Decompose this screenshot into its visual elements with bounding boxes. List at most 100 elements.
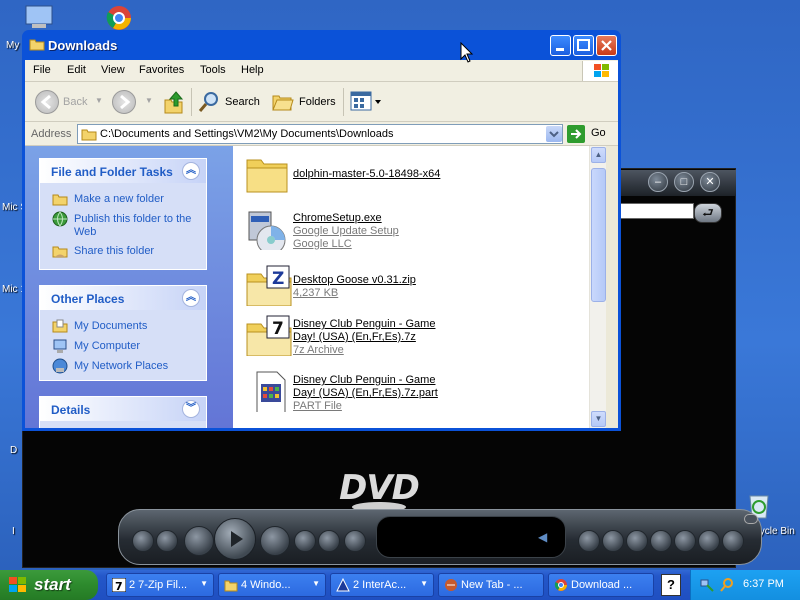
title-bar[interactable]: Downloads bbox=[25, 30, 618, 60]
taskbar-button-download[interactable]: Download ... bbox=[548, 573, 654, 597]
media-option-button-6[interactable] bbox=[698, 530, 720, 552]
share-folder-icon bbox=[52, 246, 68, 258]
media-option-button-2[interactable] bbox=[602, 530, 624, 552]
toolbar-separator bbox=[343, 88, 344, 116]
file-company: Google LLC bbox=[293, 238, 352, 250]
media-rewind-button[interactable] bbox=[156, 530, 178, 552]
address-path: C:\Documents and Settings\VM2\My Documen… bbox=[100, 128, 394, 140]
scroll-up-arrow-icon[interactable]: ▲ bbox=[591, 147, 606, 163]
help-button[interactable]: ? bbox=[661, 574, 681, 596]
forward-button[interactable] bbox=[112, 90, 136, 114]
scroll-thumb[interactable] bbox=[591, 168, 606, 302]
collapse-chevron-icon[interactable]: ︽ bbox=[182, 162, 200, 180]
window-client-area: File Edit View Favorites Tools Help Back… bbox=[25, 60, 618, 428]
start-button[interactable]: start bbox=[0, 570, 98, 600]
file-item[interactable]: Z Desktop Goose v0.31.zip 4,237 KB bbox=[233, 262, 583, 308]
media-search-input[interactable] bbox=[618, 203, 694, 219]
media-option-button-1[interactable] bbox=[578, 530, 600, 552]
taskbar-button-new-tab[interactable]: New Tab - ... bbox=[438, 573, 544, 597]
svg-text:Z: Z bbox=[272, 269, 284, 289]
media-stop-button[interactable] bbox=[184, 526, 214, 556]
my-computer-icon bbox=[53, 339, 67, 353]
menu-help[interactable]: Help bbox=[241, 64, 264, 76]
folder-icon bbox=[246, 159, 288, 193]
expand-chevron-icon[interactable]: ︾ bbox=[182, 400, 200, 418]
panel-header[interactable]: File and Folder Tasks ︽ bbox=[40, 159, 206, 183]
media-minimize-button[interactable]: – bbox=[648, 172, 668, 192]
network-tray-icon[interactable] bbox=[699, 577, 715, 593]
place-my-network-places[interactable]: My Network Places bbox=[74, 360, 168, 373]
desktop-icon-label: D bbox=[10, 445, 18, 456]
taskbar-button-7zip[interactable]: 7 2 7-Zip Fil... ▼ bbox=[106, 573, 214, 597]
interactive-icon bbox=[336, 578, 350, 592]
place-my-documents[interactable]: My Documents bbox=[74, 320, 147, 333]
new-folder-icon bbox=[52, 194, 68, 206]
maximize-button[interactable] bbox=[573, 35, 594, 56]
media-previous-button[interactable] bbox=[132, 530, 154, 552]
taskbar-button-windows-explorer[interactable]: 4 Windo... ▼ bbox=[218, 573, 326, 597]
address-dropdown-button[interactable] bbox=[546, 126, 562, 142]
file-item[interactable]: Disney Club Penguin - Game Day! (USA) (E… bbox=[233, 368, 583, 418]
forward-dropdown-icon[interactable]: ▼ bbox=[145, 96, 153, 105]
back-button[interactable] bbox=[35, 90, 59, 114]
vertical-scrollbar[interactable]: ▲ ▼ bbox=[589, 146, 606, 428]
media-option-button-7[interactable] bbox=[722, 530, 744, 552]
media-maximize-button[interactable]: □ bbox=[674, 172, 694, 192]
back-dropdown-icon[interactable]: ▼ bbox=[95, 96, 103, 105]
menu-edit[interactable]: Edit bbox=[67, 64, 86, 76]
clock: 6:37 PM bbox=[743, 578, 784, 590]
toolbar: Back ▼ ▼ Search Folders bbox=[25, 82, 618, 122]
search-tray-icon[interactable] bbox=[719, 577, 735, 593]
media-option-button-5[interactable] bbox=[674, 530, 696, 552]
media-pause-button[interactable] bbox=[260, 526, 290, 556]
file-name-line-1: Disney Club Penguin - Game bbox=[293, 318, 436, 330]
panel-header[interactable]: Other Places ︽ bbox=[40, 286, 206, 310]
file-item[interactable]: 7 Disney Club Penguin - Game Day! (USA) … bbox=[233, 312, 583, 360]
media-option-button-3[interactable] bbox=[626, 530, 648, 552]
setup-icon bbox=[248, 211, 286, 250]
menu-view[interactable]: View bbox=[101, 64, 125, 76]
file-folder-tasks-panel: File and Folder Tasks ︽ Make a new folde… bbox=[39, 158, 207, 270]
menu-favorites[interactable]: Favorites bbox=[139, 64, 184, 76]
scroll-down-arrow-icon[interactable]: ▼ bbox=[591, 411, 606, 427]
close-button[interactable] bbox=[596, 35, 617, 56]
explorer-body: File and Folder Tasks ︽ Make a new folde… bbox=[25, 146, 618, 428]
my-documents-icon bbox=[52, 319, 68, 333]
task-make-new-folder[interactable]: Make a new folder bbox=[74, 193, 164, 206]
place-my-computer[interactable]: My Computer bbox=[74, 340, 140, 353]
menu-file[interactable]: File bbox=[33, 64, 51, 76]
file-item[interactable]: dolphin-master-5.0-18498-x64 bbox=[233, 150, 583, 198]
task-share-folder[interactable]: Share this folder bbox=[74, 245, 154, 258]
media-play-button[interactable] bbox=[214, 518, 256, 560]
media-chapter-button[interactable] bbox=[344, 530, 366, 552]
media-next-button[interactable] bbox=[318, 530, 340, 552]
taskbar-button-interactive[interactable]: 2 InterAc... ▼ bbox=[330, 573, 434, 597]
up-folder-button[interactable] bbox=[162, 88, 186, 116]
media-compact-button[interactable] bbox=[744, 514, 758, 524]
address-input[interactable]: C:\Documents and Settings\VM2\My Documen… bbox=[77, 124, 563, 144]
search-button[interactable]: Search bbox=[197, 90, 263, 114]
media-search-go-button[interactable]: ⮐ bbox=[694, 203, 722, 223]
views-button[interactable] bbox=[349, 90, 385, 114]
panel-header[interactable]: Details ︾ bbox=[40, 397, 206, 421]
explorer-window: Downloads File Edit View Favorites Tools… bbox=[22, 30, 621, 431]
task-pane: File and Folder Tasks ︽ Make a new folde… bbox=[25, 146, 233, 428]
minimize-button[interactable] bbox=[550, 35, 571, 56]
collapse-chevron-icon[interactable]: ︽ bbox=[182, 289, 200, 307]
folder-icon bbox=[29, 37, 45, 54]
media-close-button[interactable]: ✕ bbox=[700, 172, 720, 192]
file-list: dolphin-master-5.0-18498-x64 ChromeSetup… bbox=[233, 146, 606, 428]
task-publish-folder[interactable]: Publish this folder to the Web bbox=[74, 213, 194, 239]
browser-icon bbox=[445, 579, 457, 591]
taskbar-button-label: Download ... bbox=[571, 579, 633, 591]
go-button[interactable]: Go bbox=[567, 125, 617, 143]
7zip-icon: 7 bbox=[112, 578, 126, 592]
file-name-line-2: Day! (USA) (En,Fr,Es).7z.part bbox=[293, 387, 438, 399]
file-item[interactable]: ChromeSetup.exe Google Update Setup Goog… bbox=[233, 206, 583, 256]
menu-tools[interactable]: Tools bbox=[200, 64, 226, 76]
file-size: 4,237 KB bbox=[293, 287, 339, 299]
toolbar-separator bbox=[191, 88, 192, 116]
folders-button[interactable]: Folders bbox=[271, 90, 341, 114]
media-option-button-4[interactable] bbox=[650, 530, 672, 552]
media-fast-forward-button[interactable] bbox=[294, 530, 316, 552]
